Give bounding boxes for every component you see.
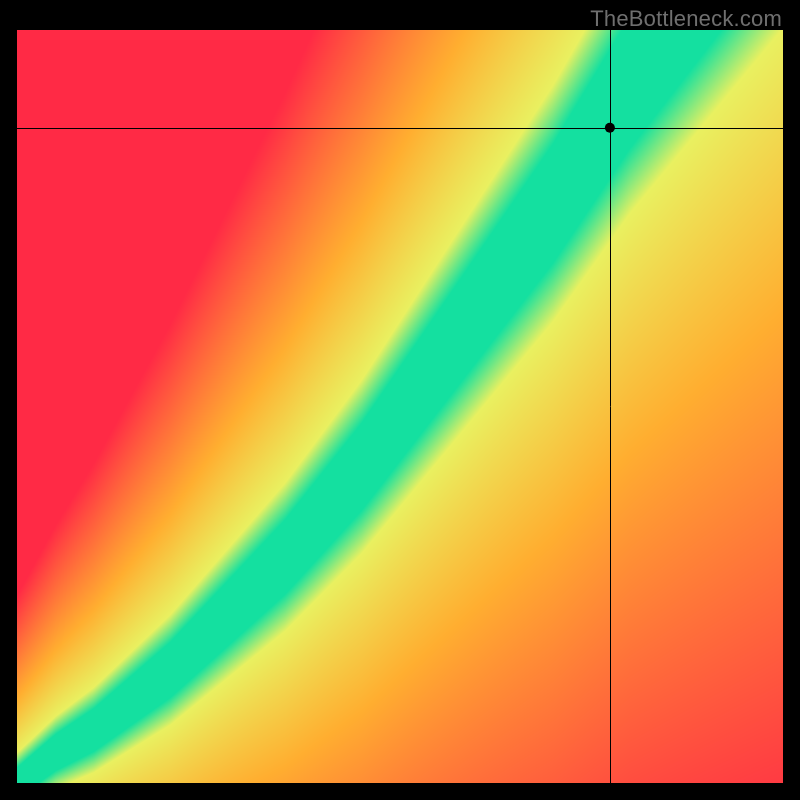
chart-container: TheBottleneck.com (0, 0, 800, 800)
watermark-text: TheBottleneck.com (590, 6, 782, 32)
bottleneck-heatmap (17, 30, 783, 783)
